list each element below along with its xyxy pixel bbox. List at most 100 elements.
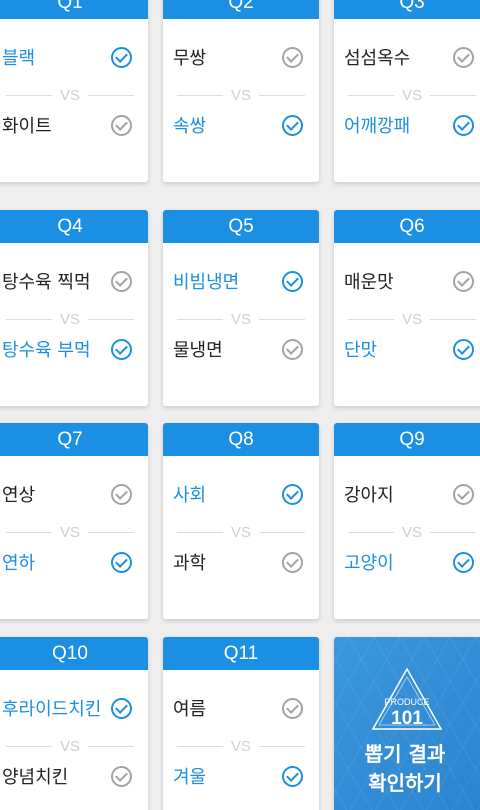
option-label: 연하: [2, 553, 36, 574]
check-circle-icon: [453, 338, 474, 360]
question-number: Q10: [0, 637, 148, 670]
check-circle-icon: [282, 483, 303, 505]
question-card: Q5 비빔냉면 VS 물냉면: [163, 210, 319, 406]
option-top[interactable]: 후라이드치킨: [2, 693, 132, 723]
vs-divider: VS: [6, 522, 135, 542]
divider-line: [430, 531, 477, 533]
option-label: 물냉면: [173, 340, 223, 361]
vs-divider: VS: [177, 85, 306, 105]
option-bottom[interactable]: 속쌍: [173, 110, 303, 140]
divider-line: [88, 745, 135, 747]
option-label: 블랙: [2, 48, 36, 69]
divider-line: [6, 531, 52, 533]
question-card: Q10 후라이드치킨 VS 양념치킨: [0, 637, 148, 810]
check-circle-icon: [111, 114, 132, 136]
option-label: 과학: [173, 553, 207, 574]
check-circle-icon: [111, 765, 132, 787]
option-bottom[interactable]: 화이트: [2, 110, 132, 140]
option-top[interactable]: 섬섬옥수: [344, 42, 474, 72]
option-label: 탕수육 찍먹: [2, 272, 91, 293]
divider-line: [6, 745, 52, 747]
check-circle-icon: [111, 697, 132, 719]
question-number: Q9: [334, 423, 480, 456]
vs-divider: VS: [348, 85, 477, 105]
divider-line: [430, 94, 477, 96]
check-circle-icon: [111, 551, 132, 573]
option-label: 어깨깡패: [344, 116, 411, 137]
check-circle-icon: [282, 114, 303, 136]
option-label: 여름: [173, 699, 207, 720]
option-top[interactable]: 연상: [2, 479, 132, 509]
vs-label: VS: [60, 86, 81, 104]
result-line-1: 뽑기 결과: [364, 742, 446, 766]
option-bottom[interactable]: 연하: [2, 547, 132, 577]
check-circle-icon: [453, 270, 474, 292]
option-top[interactable]: 블랙: [2, 42, 132, 72]
produce-101-logo: PRODUCE 101: [334, 667, 480, 731]
divider-line: [348, 94, 394, 96]
vs-label: VS: [402, 523, 423, 541]
check-circle-icon: [453, 46, 474, 68]
result-button[interactable]: PRODUCE 101 뽑기 결과 확인하기: [334, 637, 480, 810]
divider-line: [6, 94, 52, 96]
option-bottom[interactable]: 어깨깡패: [344, 110, 474, 140]
divider-line: [259, 531, 306, 533]
vs-divider: VS: [6, 309, 135, 329]
divider-line: [88, 94, 135, 96]
option-bottom[interactable]: 단맛: [344, 334, 474, 364]
check-circle-icon: [282, 270, 303, 292]
check-circle-icon: [282, 46, 303, 68]
vs-label: VS: [60, 310, 81, 328]
option-label: 강아지: [344, 485, 394, 506]
option-bottom[interactable]: 탕수육 부먹: [2, 334, 132, 364]
check-circle-icon: [453, 483, 474, 505]
question-card: Q1 블랙 VS 화이트: [0, 0, 148, 182]
option-top[interactable]: 탕수육 찍먹: [2, 266, 132, 296]
option-label: 양념치킨: [2, 767, 69, 788]
option-top[interactable]: 매운맛: [344, 266, 474, 296]
option-label: 무쌍: [173, 48, 207, 69]
divider-line: [88, 531, 135, 533]
vs-label: VS: [60, 523, 81, 541]
question-card: Q4 탕수육 찍먹 VS 탕수육 부먹: [0, 210, 148, 406]
option-top[interactable]: 무쌍: [173, 42, 303, 72]
divider-line: [348, 318, 394, 320]
divider-line: [177, 745, 223, 747]
question-card: Q11 여름 VS 겨울: [163, 637, 319, 810]
option-top[interactable]: 사회: [173, 479, 303, 509]
vs-divider: VS: [6, 736, 135, 756]
option-label: 비빔냉면: [173, 272, 240, 293]
question-number: Q6: [334, 210, 480, 243]
vs-label: VS: [231, 310, 252, 328]
option-label: 단맛: [344, 340, 378, 361]
question-card: Q7 연상 VS 연하: [0, 423, 148, 619]
option-top[interactable]: 비빔냉면: [173, 266, 303, 296]
option-label: 사회: [173, 485, 207, 506]
option-bottom[interactable]: 과학: [173, 547, 303, 577]
vs-divider: VS: [177, 309, 306, 329]
option-bottom[interactable]: 겨울: [173, 761, 303, 791]
divider-line: [259, 745, 306, 747]
check-circle-icon: [111, 338, 132, 360]
question-number: Q7: [0, 423, 148, 456]
question-card: Q8 사회 VS 과학: [163, 423, 319, 619]
question-card: Q3 섬섬옥수 VS 어깨깡패: [334, 0, 480, 182]
question-number: Q2: [163, 0, 319, 19]
check-circle-icon: [111, 270, 132, 292]
question-card: Q9 강아지 VS 고양이: [334, 423, 480, 619]
option-top[interactable]: 강아지: [344, 479, 474, 509]
vs-divider: VS: [177, 522, 306, 542]
option-label: 겨울: [173, 767, 207, 788]
divider-line: [88, 318, 135, 320]
divider-line: [177, 531, 223, 533]
question-number: Q11: [163, 637, 319, 670]
vs-label: VS: [231, 737, 252, 755]
option-top[interactable]: 여름: [173, 693, 303, 723]
option-bottom[interactable]: 물냉면: [173, 334, 303, 364]
check-circle-icon: [282, 551, 303, 573]
option-bottom[interactable]: 양념치킨: [2, 761, 132, 791]
option-label: 후라이드치킨: [2, 699, 102, 720]
vs-divider: VS: [348, 309, 477, 329]
option-bottom[interactable]: 고양이: [344, 547, 474, 577]
divider-line: [259, 318, 306, 320]
